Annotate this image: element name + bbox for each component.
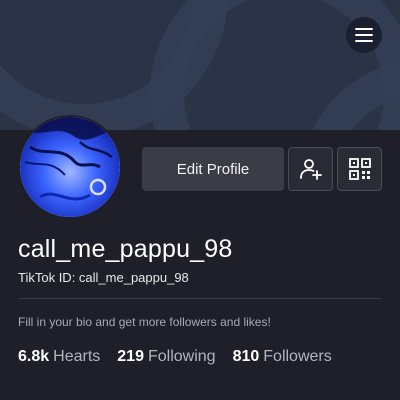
bio-prompt[interactable]: Fill in your bio and get more followers … [18, 315, 271, 329]
edit-profile-label: Edit Profile [176, 160, 250, 178]
stat-value: 219 [117, 348, 144, 365]
profile-photo [20, 117, 120, 217]
stat-label: Following [147, 348, 216, 365]
qr-code-icon [348, 158, 371, 180]
stat-following[interactable]: 219 Following [117, 346, 215, 368]
add-friend-button[interactable] [288, 147, 333, 191]
stat-hearts[interactable]: 6.8k Hearts [18, 346, 100, 368]
edit-profile-button[interactable]: Edit Profile [142, 147, 284, 191]
avatar[interactable] [18, 115, 122, 219]
stat-value: 810 [232, 348, 260, 365]
tiktok-id: TikTok ID: call_me_pappu_98 [18, 270, 189, 285]
profile-cover [0, 0, 400, 130]
add-friend-icon [299, 159, 322, 180]
qr-code-button[interactable] [337, 147, 382, 191]
stat-value: 6.8k [18, 348, 50, 365]
divider [18, 298, 382, 299]
username: call_me_pappu_98 [18, 235, 233, 263]
stat-label: Hearts [53, 348, 101, 365]
hamburger-menu-icon [355, 28, 373, 42]
menu-button[interactable] [346, 17, 382, 53]
stat-followers[interactable]: 810 Followers [233, 346, 332, 368]
profile-stats: 6.8k Hearts 219 Following 810 Followers [18, 346, 332, 368]
stat-label: Followers [263, 348, 332, 365]
